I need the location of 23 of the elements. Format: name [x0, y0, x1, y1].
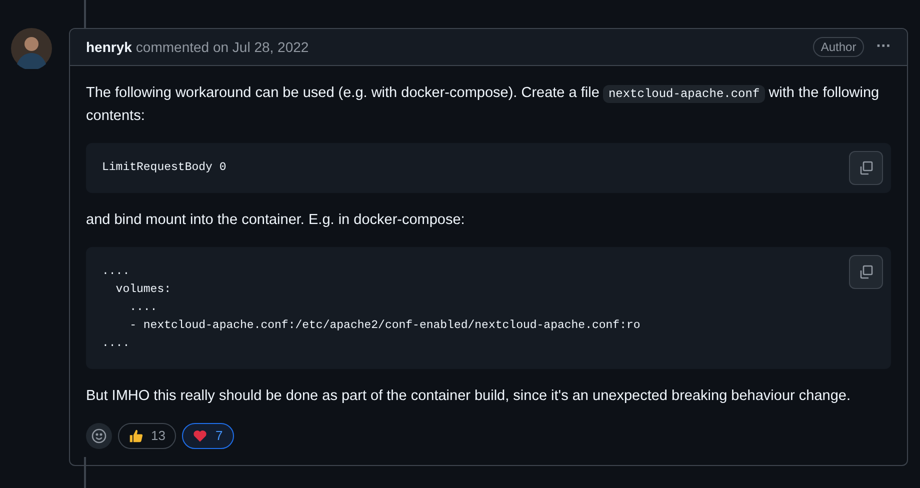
author-name[interactable]: henryk	[86, 36, 132, 58]
avatar[interactable]	[11, 28, 52, 69]
paragraph-text: with the following	[768, 85, 880, 101]
reaction-button[interactable]: 13	[118, 423, 176, 449]
copy-button[interactable]	[849, 255, 883, 289]
smiley-icon	[91, 428, 107, 444]
paragraph-text: and bind mount into the container. E.g. in docker-compose:	[86, 212, 465, 228]
copy-icon	[858, 264, 874, 280]
paragraph-text: contents:	[86, 108, 145, 124]
code-text: .... volumes: .... - nextcloud-apache.conf:/etc/apache2/conf-enabled/nextcloud-apache.conf:ro ....	[102, 264, 640, 352]
copy-icon	[858, 160, 874, 176]
heart-icon	[193, 429, 208, 443]
add-reaction-button[interactable]	[86, 423, 112, 449]
paragraph-text: But IMHO this really should be done as part of the container build, since it's an unexpected breaking behaviour change.	[86, 388, 850, 404]
inline-code: nextcloud-apache.conf	[603, 85, 765, 103]
reaction-button[interactable]: 7	[182, 423, 234, 449]
code-text: LimitRequestBody 0	[102, 160, 226, 176]
more-options-button[interactable]: ···	[876, 35, 891, 59]
copy-button[interactable]	[849, 151, 883, 185]
thumbs-up-icon	[129, 429, 143, 443]
paragraph-text: The following workaround can be used (e.g. with docker-compose). Create a file	[86, 85, 600, 101]
author-badge: Author	[812, 37, 864, 57]
comment-date: commented on Jul 28, 2022	[136, 38, 309, 56]
